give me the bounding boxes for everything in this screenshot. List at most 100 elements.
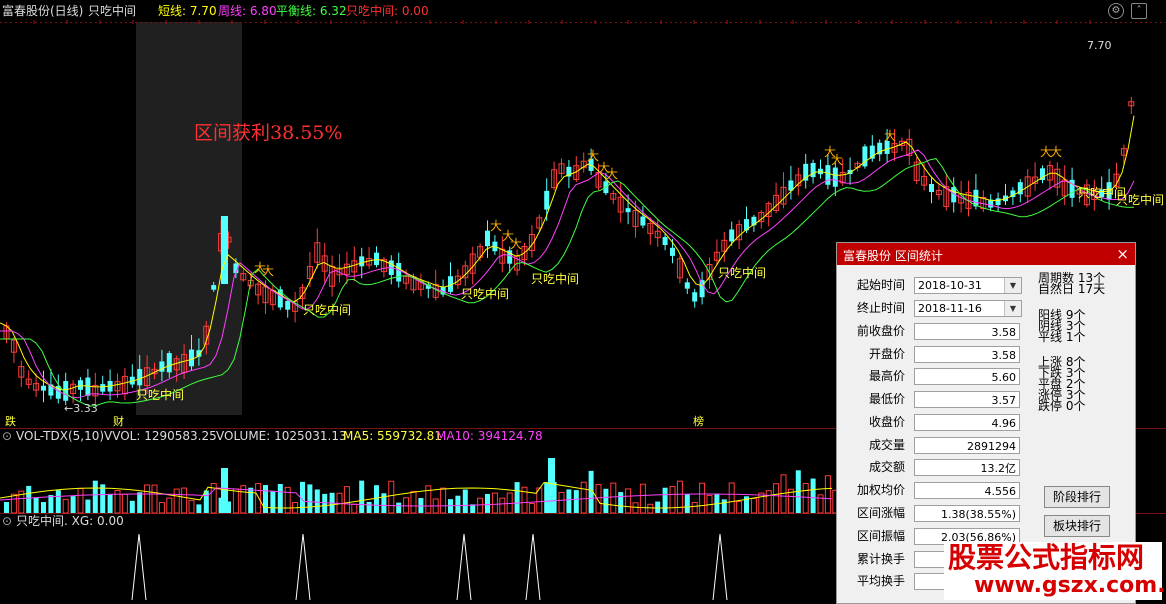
signal-marker-icon: 大 — [510, 237, 522, 251]
stat-row-label: 收盘价 — [868, 415, 905, 429]
volume-bar — [566, 489, 572, 513]
sector-ranking-button[interactable]: 板块排行 — [1044, 515, 1110, 537]
volume-bar — [491, 492, 498, 514]
stat-row-label: 成交量 — [868, 438, 905, 452]
signal-spike — [525, 533, 541, 601]
volume-bar — [100, 484, 106, 513]
start-time-value: 2018-10-31 — [918, 279, 982, 292]
signal-marker-icon: 大 — [884, 129, 896, 143]
candle-body — [41, 385, 46, 391]
volume-title: VOL-TDX(5,10) — [16, 429, 105, 443]
volume-bar — [691, 501, 698, 514]
candle-body — [684, 282, 690, 289]
signal-label: 只吃中间 — [461, 287, 510, 301]
volume-bar — [4, 502, 9, 513]
chevron-down-icon[interactable]: ▼ — [1004, 301, 1021, 316]
volume-bar — [374, 485, 379, 513]
volume-bar — [499, 497, 506, 514]
volume-bar — [137, 492, 143, 513]
candle-body — [692, 292, 698, 302]
collapse-icon[interactable]: ⊙ — [2, 430, 12, 443]
candle-body — [662, 237, 668, 245]
close-icon[interactable]: × — [1116, 245, 1129, 263]
volume-bar — [181, 487, 188, 514]
candle-body — [995, 198, 1001, 206]
volume-bar — [773, 483, 780, 514]
volume-bar — [248, 487, 254, 513]
signal-spike — [456, 533, 472, 601]
chevron-down-icon[interactable]: ▼ — [1004, 278, 1021, 293]
volume-value: VOLUME: 1025031.13 — [216, 429, 347, 443]
stat-row-label: 成交额 — [868, 460, 905, 474]
stat-row-value: 4.96 — [914, 414, 1020, 431]
volume-bar — [573, 490, 579, 513]
volume-bar — [129, 500, 135, 513]
collapse-icon[interactable]: ⊙ — [2, 515, 12, 528]
candle-body — [825, 165, 831, 185]
volume-bar — [669, 486, 676, 514]
watermark-title: 股票公式指标网 — [948, 541, 1145, 574]
stat-row-value: 4.556 — [914, 482, 1020, 499]
volume-bar — [684, 494, 690, 513]
volume-bar — [41, 502, 46, 513]
indicator-title: 只吃中间. XG: 0.00 — [16, 514, 124, 528]
stat-row-label: 区间涨幅 — [856, 506, 905, 520]
candle-body — [189, 349, 194, 367]
start-time-label: 起始时间 — [856, 278, 905, 292]
stat-row-value: 13.2亿 — [914, 459, 1020, 476]
marker-die: 跌 — [5, 415, 16, 428]
stage-ranking-button[interactable]: 阶段排行 — [1044, 486, 1110, 508]
candle-body — [625, 208, 631, 213]
candle-body — [100, 384, 106, 392]
signal-marker-icon: 大 — [262, 264, 274, 278]
stat-row-value: 1.38(38.55%) — [914, 505, 1020, 522]
stat-row-value: 5.60 — [914, 368, 1020, 385]
candle-body — [211, 285, 217, 290]
signal-marker-icon: 大 — [1050, 145, 1062, 159]
signal-spike — [131, 533, 147, 601]
candle-body — [359, 256, 365, 267]
volume-bar — [639, 483, 646, 514]
stat-row-label: 最高价 — [868, 369, 905, 383]
volume-bar — [647, 503, 654, 514]
signal-spike — [295, 533, 311, 601]
volume-bar — [462, 489, 468, 513]
volume-bar — [750, 498, 757, 514]
marker-bang: 榜 — [693, 415, 704, 428]
high-price-label: 7.70 — [1087, 39, 1112, 52]
candle-body — [221, 216, 228, 284]
marker-cai: 财 — [113, 415, 124, 428]
volume-bar — [255, 483, 262, 514]
volume-bar — [810, 478, 816, 513]
stat-row-label: 最低价 — [868, 392, 905, 406]
volume-bar — [270, 490, 276, 513]
low-price-label: ←3.33 — [64, 402, 98, 415]
volume-bar — [618, 492, 624, 513]
volume-panel-header: ⊙ VOL-TDX(5,10) VVOL: 1290583.25 VOLUME:… — [0, 430, 840, 444]
volume-bar — [736, 501, 743, 514]
volume-bar — [528, 503, 535, 514]
candle-body — [374, 252, 379, 266]
volume-bar — [173, 488, 180, 514]
end-time-select[interactable]: 2018-11-16 ▼ — [914, 300, 1022, 317]
stat-limit-down: 跌停 0个 — [1038, 399, 1086, 413]
start-time-select[interactable]: 2018-10-31 ▼ — [914, 277, 1022, 294]
volume-bar — [765, 490, 772, 514]
volume-bar — [802, 483, 809, 514]
stat-row-label: 区间振幅 — [856, 529, 905, 543]
stat-row-label: 平均换手 — [856, 574, 905, 588]
candle-body — [729, 229, 735, 242]
volume-bar — [359, 480, 365, 513]
volume-bar — [203, 490, 209, 513]
volume-bar — [307, 484, 313, 513]
candle-body — [810, 163, 816, 178]
volume-bar — [580, 481, 587, 514]
signal-label: 只吃中间 — [1116, 193, 1165, 207]
stat-flat-candles: 平线 1个 — [1038, 330, 1086, 344]
volume-bar — [455, 495, 461, 513]
volume-bar — [632, 502, 639, 514]
signal-label: 只吃中间 — [531, 272, 580, 286]
volume-bar — [388, 480, 395, 514]
dialog-titlebar[interactable]: 富春股份 区间统计 × — [837, 243, 1135, 265]
volume-bar — [77, 488, 84, 514]
